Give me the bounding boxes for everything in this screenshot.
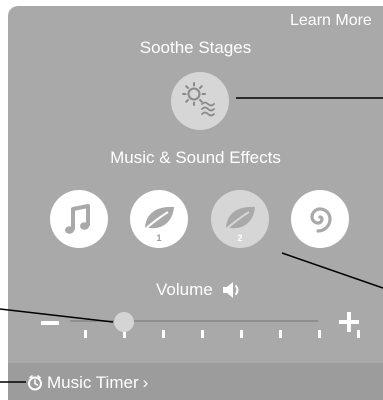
volume-increase-button[interactable]	[339, 312, 359, 332]
music-effects-title: Music & Sound Effects	[110, 148, 281, 167]
speaker-icon	[223, 282, 239, 298]
chevron-right-icon: ›	[142, 373, 149, 392]
soothe-stages-title: Soothe Stages	[139, 38, 252, 57]
volume-slider-track[interactable]	[70, 320, 318, 322]
music-timer-label: Music Timer	[47, 373, 139, 392]
nature-sound-1-button[interactable]: 1	[130, 190, 188, 248]
sun-waves-icon	[182, 82, 215, 117]
music-button[interactable]	[50, 190, 108, 248]
volume-tick	[279, 330, 282, 338]
nature-sound-2-button[interactable]: 2	[211, 190, 269, 248]
spiral-icon	[310, 207, 332, 233]
music-timer-button[interactable]: Music Timer ›	[27, 373, 148, 393]
effect-number-label: 2	[237, 233, 243, 243]
learn-more-link[interactable]: Learn More	[290, 12, 372, 30]
volume-slider-thumb[interactable]	[114, 312, 134, 332]
white-noise-button[interactable]	[291, 190, 349, 248]
volume-tick	[318, 330, 321, 338]
timer-icon	[28, 375, 42, 391]
soothe-stage-button[interactable]	[171, 72, 229, 130]
volume-label: Volume	[156, 280, 213, 299]
volume-tick	[240, 330, 243, 338]
volume-tick	[201, 330, 204, 338]
volume-decrease-button[interactable]	[41, 321, 59, 325]
volume-tick	[162, 330, 165, 338]
effect-number-label: 1	[156, 233, 162, 243]
music-note-icon	[65, 204, 90, 234]
volume-tick	[84, 330, 87, 338]
